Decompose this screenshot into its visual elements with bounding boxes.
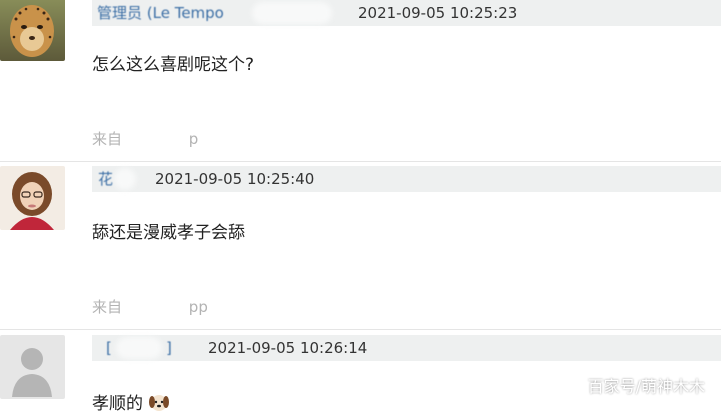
source-suffix: p <box>188 130 199 148</box>
comment-header: [ ] 2021-09-05 10:26:14 <box>92 335 721 361</box>
comment-post: 花 2021-09-05 10:25:40 舔还是漫威孝子会舔 来自 pp <box>0 166 721 326</box>
redaction-smear <box>124 298 184 314</box>
source-label: 来自 <box>92 298 123 316</box>
username[interactable]: [ <box>106 335 112 361</box>
watermark: 百家号/萌神木木 <box>587 377 705 396</box>
cheetah-avatar-icon[interactable] <box>0 0 65 61</box>
username[interactable]: 花 <box>98 166 113 192</box>
default-avatar-icon[interactable] <box>0 335 65 399</box>
source-label: 来自 <box>92 130 123 148</box>
redaction-smear <box>252 2 332 24</box>
comment-header: 管理员 (Le Tempo 2021-09-05 10:25:23 <box>92 0 721 26</box>
divider <box>0 329 721 330</box>
comment-content: 孝顺的 <box>92 389 170 418</box>
comment-header: 花 2021-09-05 10:25:40 <box>92 166 721 192</box>
username-end: ] <box>166 339 172 357</box>
timestamp: 2021-09-05 10:26:14 <box>208 339 368 357</box>
redaction-smear <box>114 168 136 190</box>
comment-content: 舔还是漫威孝子会舔 <box>92 223 245 243</box>
comment-source: 来自 pp <box>92 296 208 317</box>
divider <box>0 161 721 162</box>
timestamp: 2021-09-05 10:25:40 <box>155 170 315 188</box>
comment-source: 来自 p <box>92 128 198 149</box>
comment-content: 怎么这么喜剧呢这个? <box>92 55 255 75</box>
username[interactable]: 管理员 (Le Tempo <box>97 0 224 26</box>
redaction-smear <box>124 130 184 146</box>
timestamp: 2021-09-05 10:25:23 <box>358 4 518 22</box>
comment-post: 管理员 (Le Tempo 2021-09-05 10:25:23 怎么这么喜剧… <box>0 0 721 160</box>
girl-avatar-icon[interactable] <box>0 166 65 230</box>
dog-face-icon <box>148 391 170 418</box>
redaction-smear <box>116 337 162 359</box>
source-suffix: pp <box>188 298 208 316</box>
comment-text: 孝顺的 <box>92 394 143 414</box>
